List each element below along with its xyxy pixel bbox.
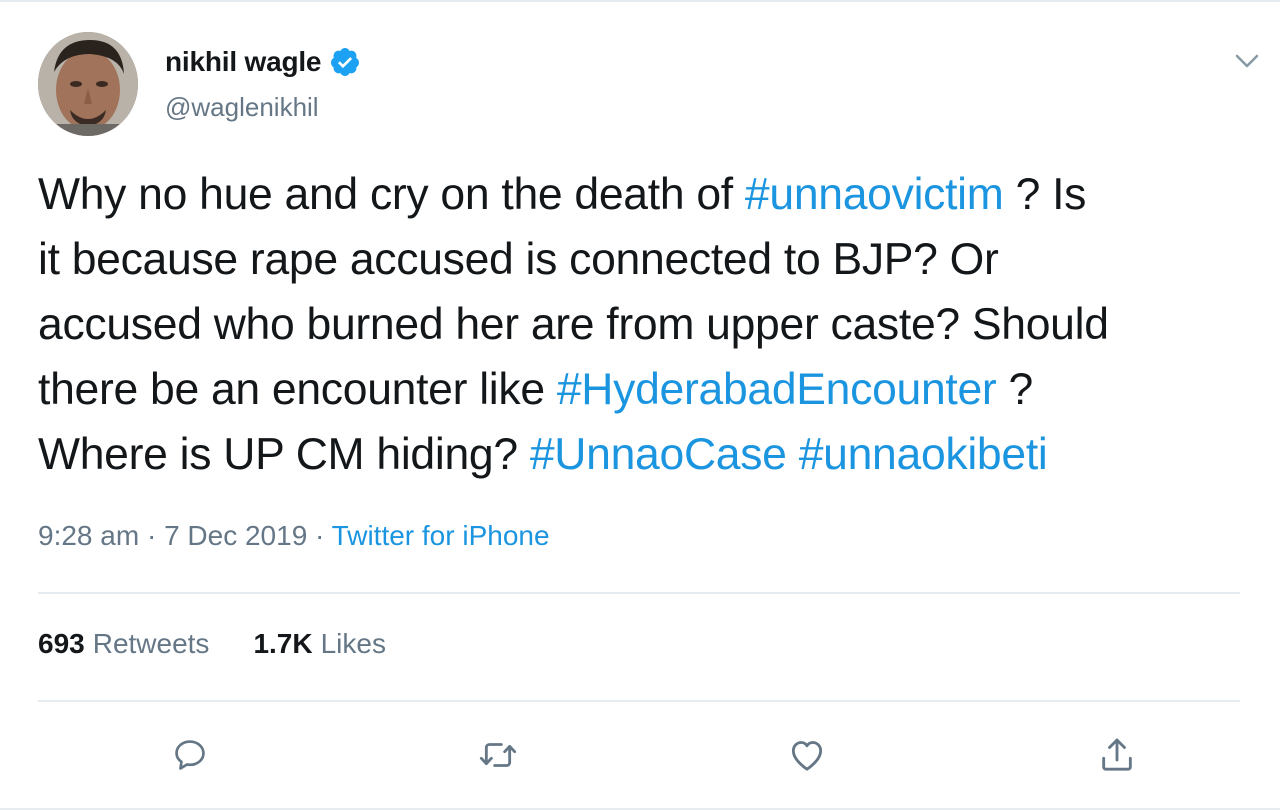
avatar-image: [38, 32, 138, 136]
tweet-text-segment: ?: [996, 365, 1034, 414]
share-button[interactable]: [1093, 731, 1141, 779]
tweet-text-segment: Where is UP CM hiding?: [38, 430, 530, 479]
author-display-name[interactable]: nikhil wagle: [165, 46, 322, 78]
hashtag-link[interactable]: #unnaokibeti: [799, 430, 1048, 479]
author-handle[interactable]: @waglenikhil: [165, 92, 319, 123]
retweets-label: Retweets: [92, 628, 210, 659]
tweet-text-segment: ? Is: [1003, 170, 1087, 219]
tweet-stats: 693 Retweets 1.7K Likes: [38, 628, 430, 660]
meta-separator: ·: [307, 520, 332, 551]
retweet-button[interactable]: [474, 731, 522, 779]
tweet-time[interactable]: 9:28 am: [38, 520, 139, 551]
reply-icon: [175, 740, 205, 770]
avatar[interactable]: [38, 32, 138, 136]
tweet-source[interactable]: Twitter for iPhone: [332, 520, 550, 551]
tweet-card: nikhil wagle @waglenikhil Why no hue and…: [0, 0, 1280, 810]
tweet-text-line: Where is UP CM hiding? #UnnaoCase #unnao…: [38, 422, 1253, 487]
hashtag-link[interactable]: #unnaovictim: [745, 170, 1004, 219]
tweet-text-line: Why no hue and cry on the death of #unna…: [38, 162, 1253, 227]
likes-label: Likes: [320, 628, 386, 659]
tweet-text: Why no hue and cry on the death of #unna…: [38, 162, 1253, 487]
tweet-text-segment: [787, 430, 799, 479]
tweet-text-segment: accused who burned her are from upper ca…: [38, 300, 1109, 349]
likes-stat[interactable]: 1.7K Likes: [253, 628, 386, 660]
reply-button[interactable]: [166, 731, 214, 779]
hashtag-link[interactable]: #UnnaoCase: [530, 430, 787, 479]
divider: [38, 700, 1240, 702]
tweet-text-segment: it because rape accused is connected to …: [38, 235, 999, 284]
verified-badge-icon: [331, 48, 360, 76]
meta-separator: ·: [139, 520, 165, 551]
tweet-text-line: there be an encounter like #HyderabadEnc…: [38, 357, 1253, 422]
retweet-icon: [479, 743, 517, 767]
like-button[interactable]: [783, 731, 831, 779]
heart-icon: [791, 741, 823, 771]
tweet-actions: [0, 727, 1280, 787]
hashtag-link[interactable]: #HyderabadEncounter: [557, 365, 997, 414]
tweet-text-line: it because rape accused is connected to …: [38, 227, 1253, 292]
chevron-down-icon[interactable]: [1232, 46, 1262, 76]
retweets-stat[interactable]: 693 Retweets: [38, 628, 209, 660]
tweet-date[interactable]: 7 Dec 2019: [164, 520, 307, 551]
divider: [38, 592, 1240, 594]
tweet-meta: 9:28 am · 7 Dec 2019 · Twitter for iPhon…: [38, 520, 550, 552]
share-icon: [1102, 738, 1132, 771]
tweet-text-segment: Why no hue and cry on the death of: [38, 170, 745, 219]
author-name-row: nikhil wagle: [165, 46, 361, 78]
tweet-text-line: accused who burned her are from upper ca…: [38, 292, 1253, 357]
tweet-text-segment: there be an encounter like: [38, 365, 557, 414]
likes-count: 1.7K: [253, 628, 313, 659]
retweets-count: 693: [38, 628, 85, 659]
